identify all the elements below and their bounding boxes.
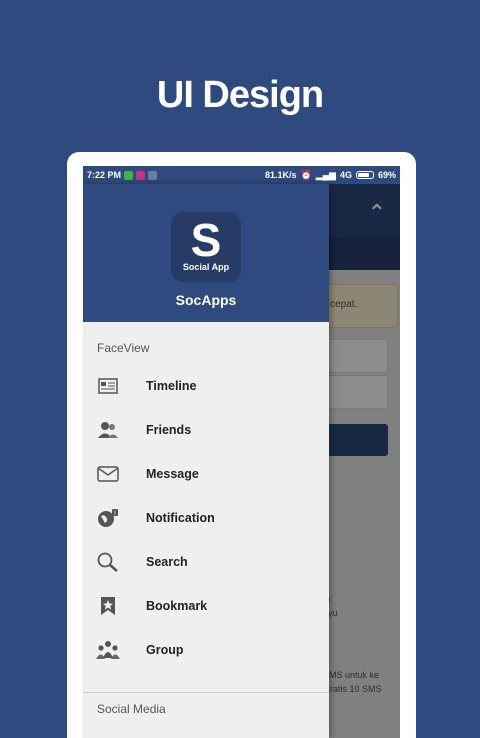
menu-item-friends[interactable]: Friends — [83, 408, 329, 452]
section-label-faceview: FaceView — [97, 341, 150, 355]
instagram-icon — [136, 170, 146, 180]
menu-label-group: Group — [146, 643, 184, 657]
phone-screen: 7:22 PM 81.1K/s ⏰ ▂▄▆ 4G 69% ⌃ bih cepat… — [83, 166, 400, 738]
network-speed: 81.1K/s — [264, 170, 297, 180]
menu-item-notification[interactable]: ! Notification — [83, 496, 329, 540]
menu-item-timeline[interactable]: Timeline — [83, 364, 329, 408]
phone-frame: 7:22 PM 81.1K/s ⏰ ▂▄▆ 4G 69% ⌃ bih cepat… — [67, 152, 416, 738]
section-label-social-media: Social Media — [97, 702, 166, 716]
people-icon — [95, 421, 121, 439]
network-type: 4G — [339, 170, 352, 180]
envelope-icon — [95, 466, 121, 482]
battery-level: 69% — [377, 170, 396, 180]
magnifier-icon — [95, 552, 121, 572]
app-logo: S Social App — [171, 212, 241, 282]
newspaper-icon — [95, 378, 121, 394]
headline: UI Design — [156, 74, 324, 116]
status-bar: 7:22 PM 81.1K/s ⏰ ▂▄▆ 4G 69% — [83, 166, 400, 184]
menu-label-timeline: Timeline — [146, 379, 197, 393]
menu-label-bookmark: Bookmark — [146, 599, 208, 613]
menu-label-message: Message — [146, 467, 199, 481]
battery-icon — [355, 171, 374, 179]
line-app-icon — [124, 170, 134, 180]
menu-label-friends: Friends — [146, 423, 192, 437]
svg-text:!: ! — [114, 510, 116, 517]
menu-label-search: Search — [146, 555, 188, 569]
app-logo-letter: S — [190, 214, 222, 266]
signal-icon: ▂▄▆ — [315, 169, 336, 180]
bookmark-star-icon — [95, 596, 121, 616]
drawer-header: S Social App SocApps — [83, 184, 329, 322]
navigation-drawer: S Social App SocApps FaceView Timeline F… — [83, 184, 329, 738]
menu-item-bookmark[interactable]: Bookmark — [83, 584, 329, 628]
alarm-icon: ⏰ — [300, 169, 312, 180]
app-logo-caption: Social App — [182, 262, 230, 272]
image-icon — [148, 170, 158, 180]
menu-label-notification: Notification — [146, 511, 215, 525]
menu-item-message[interactable]: Message — [83, 452, 329, 496]
menu-item-search[interactable]: Search — [83, 540, 329, 584]
group-icon — [95, 640, 121, 660]
drawer-divider — [83, 692, 329, 693]
menu-item-group[interactable]: Group — [83, 628, 329, 672]
globe-notification-icon: ! — [95, 508, 121, 528]
status-time: 7:22 PM — [87, 170, 122, 180]
app-name: SocApps — [175, 292, 237, 308]
